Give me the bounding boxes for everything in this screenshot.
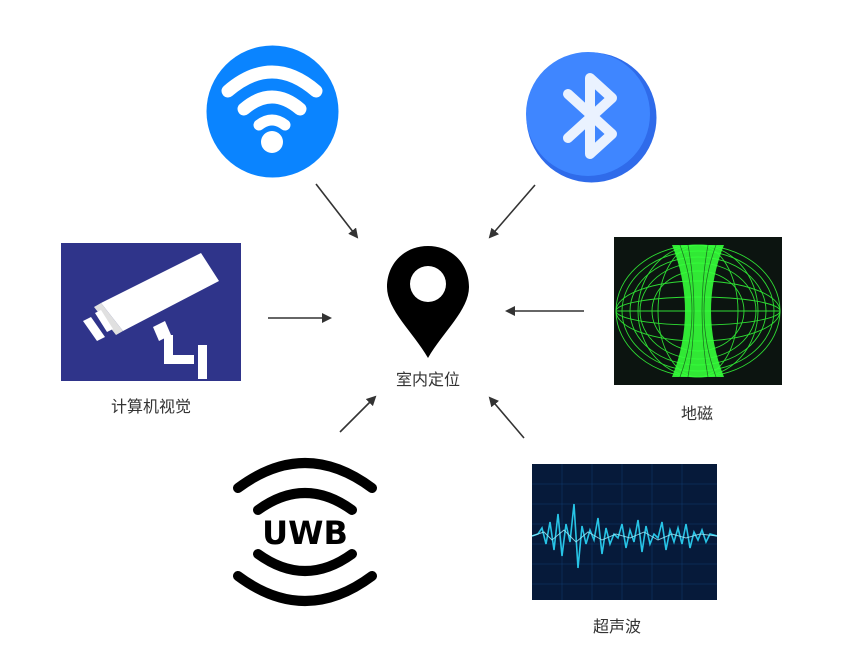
- vision-label: 计算机视觉: [110, 397, 191, 416]
- uwb-text: UWB: [262, 514, 348, 552]
- vision-node: [61, 243, 241, 381]
- geomagnetic-node: [614, 237, 782, 385]
- center-node: [385, 244, 471, 364]
- geomagnetic-label: 地磁: [680, 404, 713, 423]
- ultrasonic-label: 超声波: [592, 617, 641, 636]
- arrow-bluetooth: [488, 184, 536, 239]
- wifi-icon: [206, 45, 339, 178]
- wifi-node: [206, 45, 339, 178]
- uwb-icon: UWB: [233, 458, 377, 606]
- uwb-node: UWB: [230, 448, 380, 616]
- sound-wave-icon: [532, 464, 717, 600]
- bluetooth-node: [524, 50, 659, 185]
- ultrasonic-node: [532, 464, 717, 600]
- surveillance-camera-icon: [61, 243, 241, 381]
- location-pin-icon: [387, 246, 469, 358]
- arrow-uwb: [339, 395, 377, 433]
- bluetooth-icon: [526, 52, 657, 183]
- arrow-wifi: [315, 183, 359, 239]
- arrow-ultrasonic: [488, 396, 525, 439]
- magnetic-field-icon: [614, 237, 782, 385]
- center-label: 室内定位: [395, 370, 460, 389]
